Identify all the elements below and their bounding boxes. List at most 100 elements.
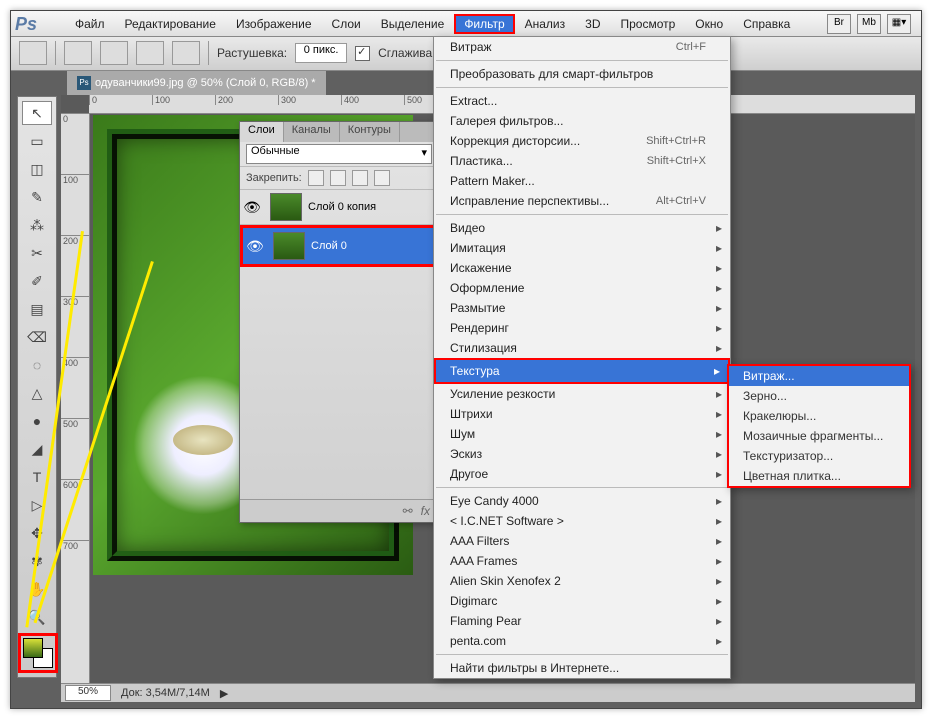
menu-cat-stylize[interactable]: Стилизация xyxy=(434,338,730,358)
menu-item-find-filters[interactable]: Найти фильтры в Интернете... xyxy=(434,658,730,678)
antialias-checkbox[interactable] xyxy=(355,46,370,61)
menu-select[interactable]: Выделение xyxy=(371,14,455,34)
visibility-toggle-icon[interactable]: 👁 xyxy=(243,238,267,255)
gradient-tool-icon[interactable]: ● xyxy=(22,409,52,433)
menu-cat-video[interactable]: Видео xyxy=(434,218,730,238)
menu-plugin[interactable]: Alien Skin Xenofex 2 xyxy=(434,571,730,591)
visibility-toggle-icon[interactable]: 👁 xyxy=(240,199,264,216)
menu-item-filter-gallery[interactable]: Галерея фильтров... xyxy=(434,111,730,131)
menu-plugin[interactable]: AAA Filters xyxy=(434,531,730,551)
menu-cat-sketch[interactable]: Эскиз xyxy=(434,444,730,464)
submenu-item-stained-glass[interactable]: Витраж... xyxy=(729,366,909,386)
menu-window[interactable]: Окно xyxy=(685,14,733,34)
menu-cat-distort[interactable]: Искажение xyxy=(434,258,730,278)
menu-image[interactable]: Изображение xyxy=(226,14,322,34)
menu-separator xyxy=(436,87,728,88)
menu-edit[interactable]: Редактирование xyxy=(115,14,226,34)
menu-cat-artistic[interactable]: Имитация xyxy=(434,238,730,258)
minibridge-button[interactable]: Mb xyxy=(857,14,881,34)
menu-analysis[interactable]: Анализ xyxy=(515,14,576,34)
menu-view[interactable]: Просмотр xyxy=(610,14,685,34)
lock-all-icon[interactable] xyxy=(374,170,390,186)
layer-row[interactable]: 👁 Слой 0 копия xyxy=(240,190,438,225)
submenu-item-texturizer[interactable]: Текстуризатор... xyxy=(729,446,909,466)
brush-tool-icon[interactable]: ▤ xyxy=(22,297,52,321)
menu-plugin[interactable]: Digimarc xyxy=(434,591,730,611)
menu-cat-pixelate[interactable]: Оформление xyxy=(434,278,730,298)
ruler-vertical: 0100200300400500600700 xyxy=(61,113,90,684)
layer-row-selected[interactable]: 👁 Слой 0 xyxy=(240,225,438,267)
menu-3d[interactable]: 3D xyxy=(575,14,610,34)
color-swatches[interactable] xyxy=(18,633,58,673)
submenu-item-patchwork[interactable]: Цветная плитка... xyxy=(729,466,909,486)
submenu-item-mosaic-tiles[interactable]: Мозаичные фрагменты... xyxy=(729,426,909,446)
menu-cat-texture[interactable]: Текстура xyxy=(434,358,730,384)
filter-menu: ВитражCtrl+F Преобразовать для смарт-фил… xyxy=(433,36,731,679)
menu-plugin[interactable]: penta.com xyxy=(434,631,730,651)
lock-pixels-icon[interactable] xyxy=(308,170,324,186)
menu-plugin[interactable]: Eye Candy 4000 xyxy=(434,491,730,511)
document-tab[interactable]: Ps одуванчики99.jpg @ 50% (Слой 0, RGB/8… xyxy=(67,71,326,95)
layer-thumbnail[interactable] xyxy=(273,232,305,260)
menu-layers[interactable]: Слои xyxy=(322,14,371,34)
eyedropper-tool-icon[interactable]: ✂ xyxy=(22,241,52,265)
submenu-item-craquelure[interactable]: Кракелюры... xyxy=(729,406,909,426)
menu-filter[interactable]: Фильтр xyxy=(454,14,514,34)
blend-mode-select[interactable]: Обычные xyxy=(246,144,432,164)
menu-separator xyxy=(436,654,728,655)
layer-name[interactable]: Слой 0 xyxy=(311,240,347,252)
menu-cat-render[interactable]: Рендеринг xyxy=(434,318,730,338)
tab-layers[interactable]: Слои xyxy=(240,122,284,142)
lock-brush-icon[interactable] xyxy=(330,170,346,186)
foreground-color-swatch[interactable] xyxy=(23,638,43,658)
menubar: Ps Файл Редактирование Изображение Слои … xyxy=(11,11,921,37)
layer-thumbnail[interactable] xyxy=(270,193,302,221)
layer-name[interactable]: Слой 0 копия xyxy=(308,201,376,213)
menu-cat-strokes[interactable]: Штрихи xyxy=(434,404,730,424)
current-tool-icon[interactable] xyxy=(19,41,47,65)
menu-item-lens-correction[interactable]: Коррекция дисторсии...Shift+Ctrl+R xyxy=(434,131,730,151)
move-tool-icon[interactable]: ↖ xyxy=(22,101,52,125)
link-layers-icon[interactable]: ⚯ xyxy=(403,504,413,518)
fx-icon[interactable]: fx xyxy=(421,504,430,518)
pen-tool-icon[interactable]: ▷ xyxy=(22,493,52,517)
tab-paths[interactable]: Контуры xyxy=(340,122,400,142)
menu-plugin[interactable]: Flaming Pear xyxy=(434,611,730,631)
selection-mode-add-icon[interactable] xyxy=(100,41,128,65)
menu-item-vanishing-point[interactable]: Исправление перспективы...Alt+Ctrl+V xyxy=(434,191,730,211)
selection-mode-subtract-icon[interactable] xyxy=(136,41,164,65)
zoom-input[interactable]: 50% xyxy=(65,685,111,701)
submenu-item-grain[interactable]: Зерно... xyxy=(729,386,909,406)
wand-tool-icon[interactable]: ✎ xyxy=(22,185,52,209)
menu-cat-other[interactable]: Другое xyxy=(434,464,730,484)
menu-item-liquify[interactable]: Пластика...Shift+Ctrl+X xyxy=(434,151,730,171)
eraser-tool-icon[interactable]: △ xyxy=(22,381,52,405)
status-arrow-icon[interactable]: ▶ xyxy=(220,687,228,700)
menu-item-last-filter[interactable]: ВитражCtrl+F xyxy=(434,37,730,57)
menu-cat-blur[interactable]: Размытие xyxy=(434,298,730,318)
lock-position-icon[interactable] xyxy=(352,170,368,186)
stamp-tool-icon[interactable]: ⌫ xyxy=(22,325,52,349)
marquee-tool-icon[interactable]: ▭ xyxy=(22,129,52,153)
feather-input[interactable]: 0 пикс. xyxy=(295,43,347,63)
menu-item-convert-smart[interactable]: Преобразовать для смарт-фильтров xyxy=(434,64,730,84)
selection-mode-new-icon[interactable] xyxy=(64,41,92,65)
menu-cat-noise[interactable]: Шум xyxy=(434,424,730,444)
menu-plugin[interactable]: AAA Frames xyxy=(434,551,730,571)
bridge-button[interactable]: Br xyxy=(827,14,851,34)
menu-help[interactable]: Справка xyxy=(733,14,800,34)
layers-panel: Слои Каналы Контуры Обычные Закрепить: 👁… xyxy=(239,121,439,523)
menu-plugin[interactable]: < I.C.NET Software > xyxy=(434,511,730,531)
selection-mode-intersect-icon[interactable] xyxy=(172,41,200,65)
history-brush-tool-icon[interactable]: ◌ xyxy=(22,353,52,377)
menu-item-pattern-maker[interactable]: Pattern Maker... xyxy=(434,171,730,191)
menu-item-extract[interactable]: Extract... xyxy=(434,91,730,111)
workspace-switcher-icon[interactable]: ▦▾ xyxy=(887,14,911,34)
tab-channels[interactable]: Каналы xyxy=(284,122,340,142)
menu-file[interactable]: Файл xyxy=(65,14,115,34)
menu-cat-sharpen[interactable]: Усиление резкости xyxy=(434,384,730,404)
heal-tool-icon[interactable]: ✐ xyxy=(22,269,52,293)
crop-tool-icon[interactable]: ⁂ xyxy=(22,213,52,237)
lasso-tool-icon[interactable]: ◫ xyxy=(22,157,52,181)
blur-tool-icon[interactable]: ◢ xyxy=(22,437,52,461)
